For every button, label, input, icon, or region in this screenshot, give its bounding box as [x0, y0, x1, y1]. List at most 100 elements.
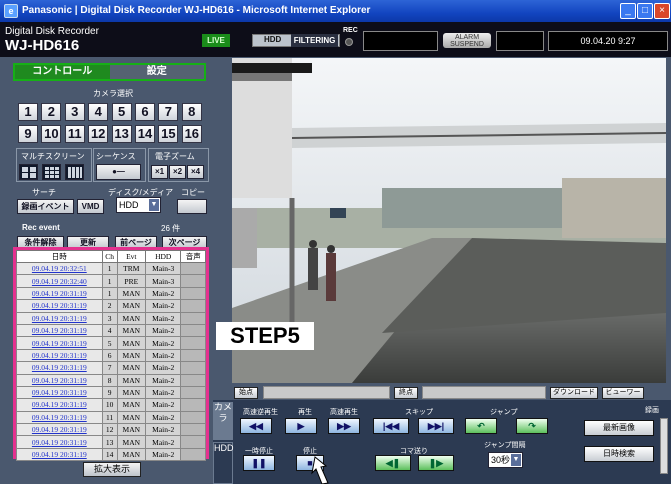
column-header: HDD — [144, 250, 182, 263]
camera-1-button[interactable]: 1 — [18, 103, 38, 121]
jump-back-button[interactable]: ↶ — [465, 418, 497, 434]
event-datetime-link[interactable]: 09.04.19 20:31:19 — [16, 286, 103, 301]
table-row[interactable]: 09.04.19 20:31:19 10 MAN Main-2 — [16, 398, 206, 412]
event-datetime-link[interactable]: 09.04.19 20:31:19 — [16, 323, 103, 338]
copy-button[interactable] — [177, 199, 207, 214]
fast-reverse-button[interactable]: ◀◀ — [240, 418, 272, 434]
table-row[interactable]: 09.04.19 20:31:19 5 MAN Main-2 — [16, 336, 206, 350]
event-datetime-link[interactable]: 09.04.19 20:31:19 — [16, 373, 103, 387]
start-point-button[interactable]: 始点 — [234, 387, 258, 399]
alarm-suspend-button[interactable]: ALARM SUSPEND — [443, 33, 491, 48]
rec-event-button[interactable]: 録画イベント — [17, 199, 74, 214]
sixteen-screen-icon[interactable] — [65, 164, 84, 180]
column-header: 音声 — [180, 250, 206, 263]
event-datetime-link[interactable]: 09.04.19 20:31:19 — [16, 336, 103, 350]
tab-control[interactable]: コントロール — [15, 65, 110, 79]
table-row[interactable]: 09.04.19 20:32:51 1 TRM Main-3 — [16, 261, 206, 276]
viewer-button[interactable]: ビューワー — [602, 387, 644, 399]
event-datetime-link[interactable]: 09.04.19 20:31:19 — [16, 447, 103, 462]
event-datetime-link[interactable]: 09.04.19 20:32:51 — [16, 261, 103, 276]
event-datetime-link[interactable]: 09.04.19 20:31:19 — [16, 361, 103, 375]
camera-9-button[interactable]: 9 — [18, 125, 38, 143]
maximize-button[interactable]: □ — [637, 3, 653, 19]
camera-4-button[interactable]: 4 — [88, 103, 109, 121]
zoom-x4-button[interactable]: ×4 — [187, 165, 204, 179]
table-cell — [180, 261, 206, 276]
minimize-button[interactable]: _ — [620, 3, 636, 19]
status-display — [363, 31, 438, 51]
frame-back-button[interactable]: ◀❚ — [375, 455, 411, 471]
hdd-mode[interactable]: HDD — [264, 35, 281, 44]
event-datetime-link[interactable]: 09.04.19 20:31:19 — [16, 385, 103, 400]
camera-6-button[interactable]: 6 — [135, 103, 155, 121]
table-cell: 9 — [101, 385, 118, 400]
table-row[interactable]: 09.04.19 20:32:40 1 PRE Main-3 — [16, 274, 206, 288]
table-row[interactable]: 09.04.19 20:31:19 6 MAN Main-2 — [16, 348, 206, 363]
event-datetime-link[interactable]: 09.04.19 20:31:19 — [16, 398, 103, 412]
event-datetime-link[interactable]: 09.04.19 20:32:40 — [16, 274, 103, 288]
table-cell: MAN — [116, 348, 147, 363]
nine-screen-icon[interactable] — [42, 164, 61, 180]
camera-16-button[interactable]: 16 — [181, 125, 202, 143]
table-cell: MAN — [116, 410, 147, 425]
table-row[interactable]: 09.04.19 20:31:19 1 MAN Main-2 — [16, 286, 206, 301]
end-point-button[interactable]: 終点 — [394, 387, 418, 399]
sequence-button[interactable]: ●— — [96, 164, 141, 180]
camera-15-button[interactable]: 15 — [158, 125, 179, 143]
event-datetime-link[interactable]: 09.04.19 20:31:19 — [16, 311, 103, 325]
table-cell: MAN — [116, 447, 147, 462]
disk-select[interactable]: HDD ▼ — [116, 197, 161, 213]
fast-forward-button[interactable]: ▶▶ — [328, 418, 360, 434]
jump-interval-select[interactable]: 30秒 ▼ — [488, 452, 523, 468]
table-row[interactable]: 09.04.19 20:31:19 2 MAN Main-2 — [16, 299, 206, 313]
table-row[interactable]: 09.04.19 20:31:19 14 MAN Main-2 — [16, 447, 206, 462]
enlarge-button[interactable]: 拡大表示 — [83, 462, 141, 477]
live-indicator[interactable]: LIVE — [202, 34, 230, 47]
event-datetime-link[interactable]: 09.04.19 20:31:19 — [16, 348, 103, 363]
quad-screen-icon[interactable] — [19, 164, 38, 180]
skip-forward-button[interactable]: ▶▶| — [418, 418, 454, 434]
camera-7-button[interactable]: 7 — [158, 103, 179, 121]
play-button[interactable]: ▶ — [285, 418, 317, 434]
camera-5-button[interactable]: 5 — [111, 103, 132, 121]
camera-8-button[interactable]: 8 — [181, 103, 202, 121]
scrollbar[interactable] — [660, 418, 668, 474]
table-row[interactable]: 09.04.19 20:31:19 12 MAN Main-2 — [16, 423, 206, 437]
event-datetime-link[interactable]: 09.04.19 20:31:19 — [16, 423, 103, 437]
pause-button[interactable]: ❚❚ — [243, 455, 275, 471]
camera-11-button[interactable]: 11 — [64, 125, 85, 143]
camera-2-button[interactable]: 2 — [41, 103, 62, 121]
tab-hdd[interactable]: HDD — [213, 442, 234, 484]
event-datetime-link[interactable]: 09.04.19 20:31:19 — [16, 435, 103, 449]
table-row[interactable]: 09.04.19 20:31:19 13 MAN Main-2 — [16, 435, 206, 449]
latest-image-button[interactable]: 最新画像 — [584, 420, 654, 436]
date-search-button[interactable]: 日時検索 — [584, 446, 654, 462]
camera-10-button[interactable]: 10 — [41, 125, 62, 143]
table-cell: MAN — [116, 311, 147, 325]
zoom-x1-button[interactable]: ×1 — [151, 165, 168, 179]
zoom-x2-button[interactable]: ×2 — [169, 165, 186, 179]
jump-forward-button[interactable]: ↷ — [516, 418, 548, 434]
end-point-field[interactable] — [422, 386, 546, 399]
start-point-field[interactable] — [263, 386, 390, 399]
event-datetime-link[interactable]: 09.04.19 20:31:19 — [16, 299, 103, 313]
camera-14-button[interactable]: 14 — [135, 125, 155, 143]
camera-12-button[interactable]: 12 — [88, 125, 109, 143]
download-button[interactable]: ダウンロード — [550, 387, 598, 399]
event-datetime-link[interactable]: 09.04.19 20:31:19 — [16, 410, 103, 425]
tab-camera[interactable]: カメラ — [213, 402, 233, 440]
camera-3-button[interactable]: 3 — [64, 103, 85, 121]
frame-forward-button[interactable]: ❚▶ — [418, 455, 454, 471]
vmd-button[interactable]: VMD — [77, 199, 104, 214]
tab-settings[interactable]: 設定 — [109, 65, 204, 79]
table-cell: 12 — [101, 423, 118, 437]
table-row[interactable]: 09.04.19 20:31:19 7 MAN Main-2 — [16, 361, 206, 375]
table-row[interactable]: 09.04.19 20:31:19 4 MAN Main-2 — [16, 323, 206, 338]
close-button[interactable]: × — [654, 3, 670, 19]
table-row[interactable]: 09.04.19 20:31:19 8 MAN Main-2 — [16, 373, 206, 387]
table-row[interactable]: 09.04.19 20:31:19 9 MAN Main-2 — [16, 385, 206, 400]
table-row[interactable]: 09.04.19 20:31:19 11 MAN Main-2 — [16, 410, 206, 425]
camera-13-button[interactable]: 13 — [111, 125, 132, 143]
skip-back-button[interactable]: |◀◀ — [373, 418, 409, 434]
table-row[interactable]: 09.04.19 20:31:19 3 MAN Main-2 — [16, 311, 206, 325]
